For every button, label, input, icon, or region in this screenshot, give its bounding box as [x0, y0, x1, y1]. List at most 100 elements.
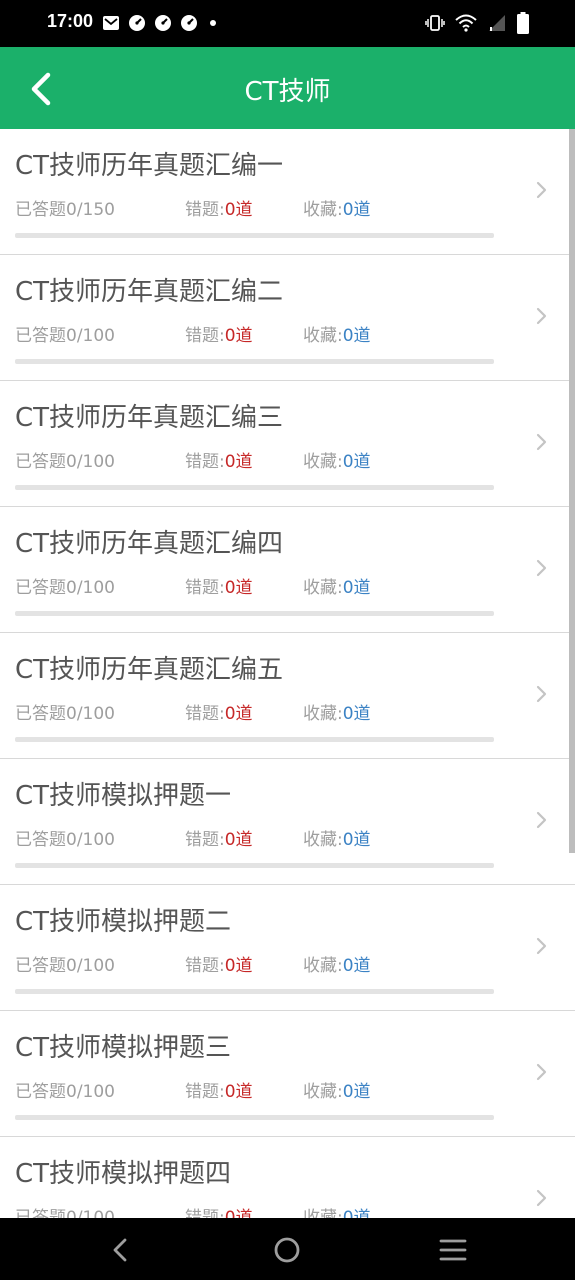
favorite-label: 收藏: — [303, 578, 343, 598]
list-item[interactable]: CT技师历年真题汇编三 已答题0/100 错题:0道 收藏:0道 — [0, 381, 575, 507]
favorite-count: 收藏:0道 — [303, 321, 371, 346]
wrong-count: 错题:0道 — [185, 573, 253, 598]
item-stats: 已答题0/100 错题:0道 收藏:0道 — [15, 1077, 495, 1102]
wrong-label: 错题: — [185, 1208, 225, 1218]
chevron-right-icon — [536, 307, 547, 325]
speedometer-icon — [129, 15, 145, 31]
wifi-icon — [455, 14, 477, 32]
chevron-right-icon — [536, 1063, 547, 1081]
favorite-count: 收藏:0道 — [303, 1203, 371, 1218]
list-item[interactable]: CT技师历年真题汇编一 已答题0/150 错题:0道 收藏:0道 — [0, 129, 575, 255]
wrong-count: 错题:0道 — [185, 825, 253, 850]
favorite-label: 收藏: — [303, 326, 343, 346]
favorite-label: 收藏: — [303, 1082, 343, 1102]
answered-count: 已答题0/100 — [15, 578, 115, 598]
item-title: CT技师模拟押题一 — [15, 781, 232, 811]
item-stats: 已答题0/100 错题:0道 收藏:0道 — [15, 1203, 495, 1218]
favorite-value: 0道 — [342, 956, 371, 976]
progress-bar — [15, 233, 494, 238]
favorite-label: 收藏: — [303, 956, 343, 976]
wrong-count: 错题:0道 — [185, 321, 253, 346]
item-title: CT技师历年真题汇编五 — [15, 655, 284, 685]
answered-count: 已答题0/100 — [15, 452, 115, 472]
chevron-right-icon — [536, 811, 547, 829]
list-item[interactable]: CT技师历年真题汇编五 已答题0/100 错题:0道 收藏:0道 — [0, 633, 575, 759]
chevron-right-icon — [536, 1189, 547, 1207]
wrong-label: 错题: — [185, 452, 225, 472]
wrong-label: 错题: — [185, 200, 225, 220]
item-stats: 已答题0/100 错题:0道 收藏:0道 — [15, 573, 495, 598]
list-item[interactable]: CT技师模拟押题四 已答题0/100 错题:0道 收藏:0道 — [0, 1137, 575, 1218]
list-item[interactable]: CT技师历年真题汇编二 已答题0/100 错题:0道 收藏:0道 — [0, 255, 575, 381]
nav-menu-button[interactable] — [437, 1234, 469, 1266]
favorite-count: 收藏:0道 — [303, 195, 371, 220]
list-item[interactable]: CT技师模拟押题二 已答题0/100 错题:0道 收藏:0道 — [0, 885, 575, 1011]
answered-count: 已答题0/100 — [15, 326, 115, 346]
answered-count: 已答题0/100 — [15, 1208, 115, 1218]
favorite-label: 收藏: — [303, 200, 343, 220]
favorite-value: 0道 — [342, 1082, 371, 1102]
wrong-value: 0道 — [224, 1208, 253, 1218]
answered-count: 已答题0/100 — [15, 1082, 115, 1102]
wrong-count: 错题:0道 — [185, 447, 253, 472]
nav-back-icon — [113, 1238, 127, 1262]
list-item[interactable]: CT技师历年真题汇编四 已答题0/100 错题:0道 收藏:0道 — [0, 507, 575, 633]
favorite-value: 0道 — [342, 830, 371, 850]
chevron-right-icon — [536, 937, 547, 955]
notification-icons — [102, 13, 220, 33]
favorite-value: 0道 — [342, 578, 371, 598]
progress-bar — [15, 359, 494, 364]
wrong-label: 错题: — [185, 1082, 225, 1102]
exam-list[interactable]: CT技师历年真题汇编一 已答题0/150 错题:0道 收藏:0道 CT技师历年真… — [0, 129, 575, 1218]
list-item[interactable]: CT技师模拟押题一 已答题0/100 错题:0道 收藏:0道 — [0, 759, 575, 885]
wrong-value: 0道 — [224, 578, 253, 598]
wrong-count: 错题:0道 — [185, 1077, 253, 1102]
chevron-right-icon — [536, 181, 547, 199]
favorite-count: 收藏:0道 — [303, 699, 371, 724]
dot-icon — [210, 20, 216, 26]
list-item[interactable]: CT技师模拟押题三 已答题0/100 错题:0道 收藏:0道 — [0, 1011, 575, 1137]
progress-bar — [15, 611, 494, 616]
answered-count: 已答题0/100 — [15, 956, 115, 976]
wrong-count: 错题:0道 — [185, 951, 253, 976]
favorite-label: 收藏: — [303, 830, 343, 850]
item-stats: 已答题0/100 错题:0道 收藏:0道 — [15, 447, 495, 472]
favorite-label: 收藏: — [303, 704, 343, 724]
wrong-value: 0道 — [224, 956, 253, 976]
favorite-value: 0道 — [342, 452, 371, 472]
favorite-count: 收藏:0道 — [303, 951, 371, 976]
app-bar: CT技师 — [0, 47, 575, 129]
wrong-count: 错题:0道 — [185, 195, 253, 220]
wrong-label: 错题: — [185, 956, 225, 976]
item-title: CT技师模拟押题三 — [15, 1033, 232, 1063]
favorite-value: 0道 — [342, 200, 371, 220]
progress-bar — [15, 863, 494, 868]
answered-count: 已答题0/100 — [15, 830, 115, 850]
nav-back-button[interactable] — [105, 1234, 137, 1266]
wrong-value: 0道 — [224, 830, 253, 850]
item-stats: 已答题0/100 错题:0道 收藏:0道 — [15, 825, 495, 850]
status-bar: 17:00 — [0, 0, 575, 47]
wrong-label: 错题: — [185, 326, 225, 346]
system-nav-bar — [0, 1218, 575, 1280]
chevron-right-icon — [536, 685, 547, 703]
favorite-count: 收藏:0道 — [303, 1077, 371, 1102]
item-title: CT技师历年真题汇编二 — [15, 277, 284, 307]
wrong-value: 0道 — [224, 326, 253, 346]
status-time: 17:00 — [47, 11, 94, 31]
signal-icon — [489, 15, 505, 31]
item-stats: 已答题0/100 错题:0道 收藏:0道 — [15, 699, 495, 724]
item-title: CT技师历年真题汇编三 — [15, 403, 284, 433]
exam-list-items: CT技师历年真题汇编一 已答题0/150 错题:0道 收藏:0道 CT技师历年真… — [0, 129, 575, 1218]
favorite-count: 收藏:0道 — [303, 573, 371, 598]
favorite-value: 0道 — [342, 704, 371, 724]
chevron-right-icon — [536, 559, 547, 577]
nav-home-button[interactable] — [271, 1234, 303, 1266]
item-title: CT技师历年真题汇编四 — [15, 529, 284, 559]
scrollbar[interactable] — [569, 129, 575, 853]
page-title: CT技师 — [244, 77, 331, 107]
nav-home-icon — [274, 1237, 300, 1263]
wrong-value: 0道 — [224, 200, 253, 220]
wrong-label: 错题: — [185, 578, 225, 598]
chevron-right-icon — [536, 433, 547, 451]
